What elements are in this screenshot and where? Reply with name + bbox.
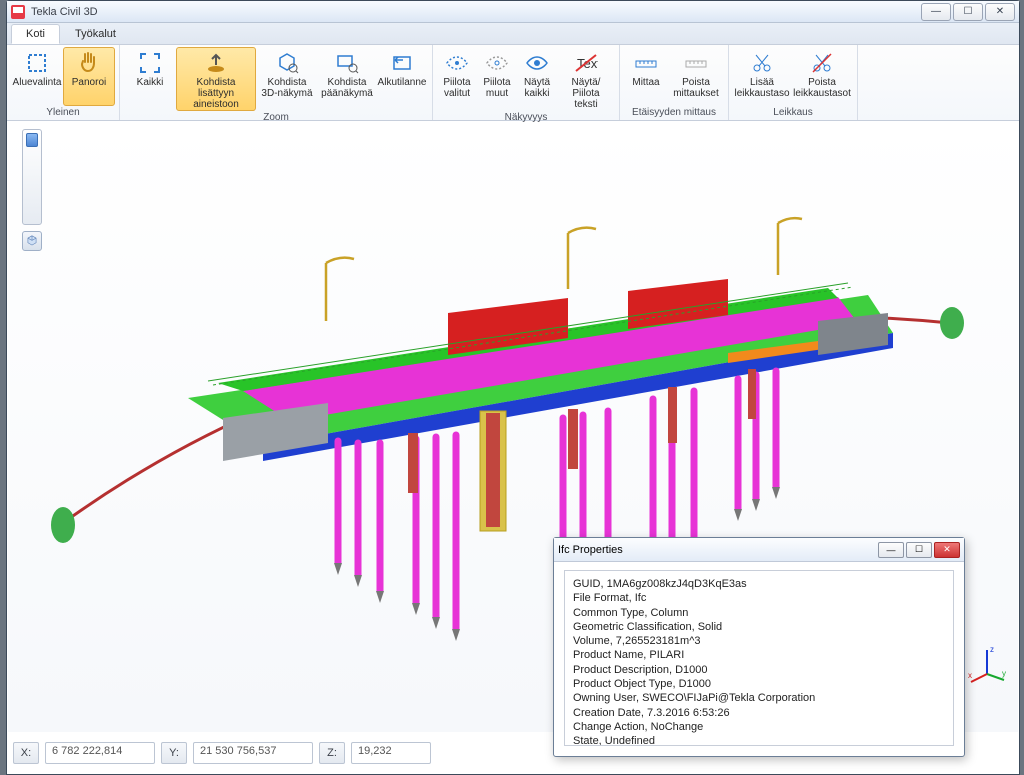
zoom-alkutilanne-button[interactable]: Alkutilanne xyxy=(376,47,428,111)
hide-selected-button[interactable]: Piilota valitut xyxy=(437,47,477,111)
ifc-properties-dialog: Ifc Properties — ☐ ✕ GUID, 1MA6gz008kzJ4… xyxy=(553,537,965,757)
remove-measures-button[interactable]: Poista mittaukset xyxy=(668,47,724,106)
svg-text:x: x xyxy=(968,671,972,680)
add-section-button[interactable]: Lisää leikkaustaso xyxy=(733,47,791,106)
hide-others-button[interactable]: Piilota muut xyxy=(477,47,517,111)
tab-koti[interactable]: Koti xyxy=(11,24,60,44)
ifc-line: State, Undefined xyxy=(573,734,945,746)
ruler-icon xyxy=(634,51,658,75)
svg-text:y: y xyxy=(1002,669,1006,678)
eye-all-icon xyxy=(525,51,549,75)
ifc-line: GUID, 1MA6gz008kzJ4qD3KqE3as xyxy=(573,577,945,591)
ribbon: Aluevalinta Panoroi Yleinen Kaikki xyxy=(7,45,1019,121)
group-leikkaus: Lisää leikkaustaso Poista leikkaustasot … xyxy=(729,45,858,120)
group-label-yleinen: Yleinen xyxy=(46,107,79,118)
app-window: Tekla Civil 3D — ☐ ✕ Koti Työkalut Aluev… xyxy=(6,0,1020,775)
window-title: Tekla Civil 3D xyxy=(31,6,98,18)
ifc-line: Creation Date, 7.3.2016 6:53:26 xyxy=(573,706,945,720)
dialog-body: GUID, 1MA6gz008kzJ4qD3KqE3as File Format… xyxy=(564,570,954,746)
focus-3d-icon xyxy=(275,51,299,75)
dialog-close-button[interactable]: ✕ xyxy=(934,542,960,558)
axis-gizmo[interactable]: z y x xyxy=(966,644,1008,686)
group-label-zoom: Zoom xyxy=(263,112,289,123)
zoom-kaikki-button[interactable]: Kaikki xyxy=(124,47,176,111)
dialog-titlebar[interactable]: Ifc Properties — ☐ ✕ xyxy=(554,538,964,562)
status-y-value: 21 530 756,537 xyxy=(193,742,313,764)
ifc-line: File Format, Ifc xyxy=(573,591,945,605)
show-all-button[interactable]: Näytä kaikki xyxy=(517,47,557,111)
ifc-line: Product Name, PILARI xyxy=(573,648,945,662)
measure-button[interactable]: Mittaa xyxy=(624,47,668,106)
status-x-label: X: xyxy=(13,742,39,764)
group-label-etaisyys: Etäisyyden mittaus xyxy=(632,107,716,118)
minimize-button[interactable]: — xyxy=(921,3,951,21)
toggle-text-button[interactable]: Text Näytä/ Piilota teksti xyxy=(557,47,615,111)
status-z-label: Z: xyxy=(319,742,345,764)
group-nakyvyys: Piilota valitut Piilota muut Näytä kaikk… xyxy=(433,45,620,120)
zoom-3d-button[interactable]: Kohdista 3D-näkymä xyxy=(256,47,318,111)
dialog-title: Ifc Properties xyxy=(558,544,623,556)
ifc-line: Change Action, NoChange xyxy=(573,720,945,734)
focus-main-icon xyxy=(335,51,359,75)
ifc-line: Geometric Classification, Solid xyxy=(573,620,945,634)
ribbon-tabs: Koti Työkalut xyxy=(7,23,1019,45)
aluevalinta-button[interactable]: Aluevalinta xyxy=(11,47,63,106)
dialog-maximize-button[interactable]: ☐ xyxy=(906,542,932,558)
group-label-nakyvyys: Näkyvyys xyxy=(505,112,548,123)
remove-sections-button[interactable]: Poista leikkaustasot xyxy=(791,47,853,106)
group-etaisyys: Mittaa Poista mittaukset Etäisyyden mitt… xyxy=(620,45,729,120)
close-button[interactable]: ✕ xyxy=(985,3,1015,21)
ifc-line: Product Description, D1000 xyxy=(573,663,945,677)
titlebar: Tekla Civil 3D — ☐ ✕ xyxy=(7,1,1019,23)
ruler-remove-icon xyxy=(684,51,708,75)
zoom-lisattyyn-button[interactable]: Kohdista lisättyyn aineistoon xyxy=(176,47,256,111)
pan-icon xyxy=(77,51,101,75)
status-z-value: 19,232 xyxy=(351,742,431,764)
eye-others-icon xyxy=(485,51,509,75)
scissors-remove-icon xyxy=(810,51,834,75)
focus-added-icon xyxy=(204,51,228,75)
group-yleinen: Aluevalinta Panoroi Yleinen xyxy=(7,45,120,120)
tab-tyokalut[interactable]: Työkalut xyxy=(60,24,131,44)
eye-selected-icon xyxy=(445,51,469,75)
fit-all-icon xyxy=(138,51,162,75)
reset-view-icon xyxy=(390,51,414,75)
status-x-value: 6 782 222,814 xyxy=(45,742,155,764)
status-y-label: Y: xyxy=(161,742,187,764)
ifc-line: Volume, 7,265523181m^3 xyxy=(573,634,945,648)
group-zoom: Kaikki Kohdista lisättyyn aineistoon Koh… xyxy=(120,45,433,120)
text-toggle-icon: Text xyxy=(574,51,598,75)
scissors-add-icon xyxy=(750,51,774,75)
ifc-line: Common Type, Column xyxy=(573,606,945,620)
svg-text:z: z xyxy=(990,645,994,654)
zoom-paanakyma-button[interactable]: Kohdista päänäkymä xyxy=(318,47,376,111)
maximize-button[interactable]: ☐ xyxy=(953,3,983,21)
dialog-minimize-button[interactable]: — xyxy=(878,542,904,558)
app-icon xyxy=(11,5,25,19)
ifc-line: Owning User, SWECO\FIJaPi@Tekla Corporat… xyxy=(573,691,945,705)
ifc-line: Product Object Type, D1000 xyxy=(573,677,945,691)
selection-icon xyxy=(25,51,49,75)
group-label-leikkaus: Leikkaus xyxy=(773,107,812,118)
panoroi-button[interactable]: Panoroi xyxy=(63,47,115,106)
